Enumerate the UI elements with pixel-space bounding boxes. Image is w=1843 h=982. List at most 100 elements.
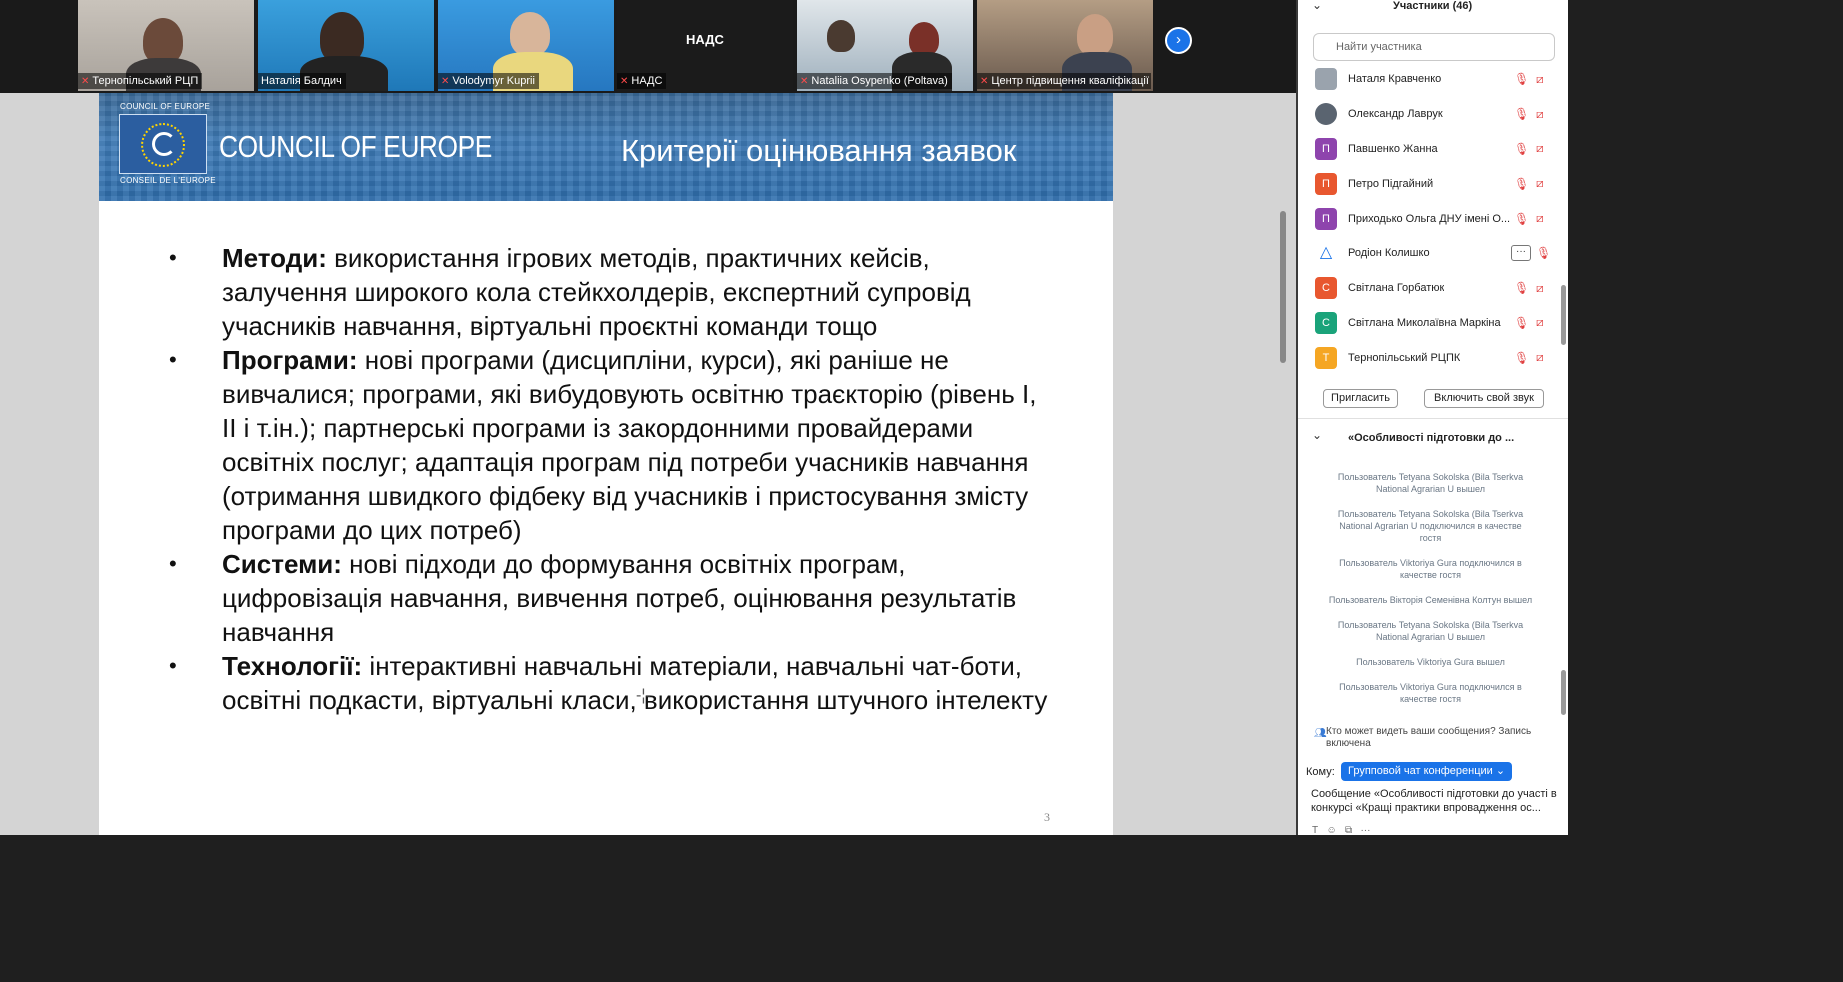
criteria-item: Технології: інтерактивні навчальні матер… (169, 649, 1049, 717)
org-name-small: COUNCIL OF EUROPE (120, 102, 211, 111)
participants-header[interactable]: ⌄ Участники (46) (1298, 0, 1568, 20)
chat-system-message: Пользователь Tetyana Sokolska (Bila Tser… (1337, 509, 1524, 543)
triangle-logo-icon: △ (1315, 242, 1337, 265)
invite-button[interactable]: Пригласить (1323, 389, 1398, 408)
chat-messages: Пользователь Tetyana Sokolska (Bila Tser… (1328, 471, 1533, 718)
unmute-button[interactable]: Включить свой звук (1424, 389, 1544, 408)
visibility-note-link[interactable]: Кто может видеть ваши сообщения? Запись … (1326, 726, 1551, 750)
chat-scrollbar[interactable] (1561, 670, 1566, 715)
participant-row[interactable]: Олександр Лаврук 🎙︎ ⧄ (1298, 97, 1560, 132)
mic-muted-icon: ✕ (441, 75, 450, 87)
video-tile-2[interactable]: ✕ Volodymyr Kupriі (438, 0, 614, 91)
participants-title: Участники (46) (1393, 0, 1473, 12)
chat-system-message: Пользователь Tetyana Sokolska (Bila Tser… (1337, 620, 1524, 642)
side-panel: ⌄ Участники (46) ⚲ Наталя Кравченко 🎙︎ ⧄… (1298, 0, 1568, 836)
chat-system-message: Пользователь Tetyana Sokolska (Bila Tser… (1337, 472, 1524, 494)
participant-figure (510, 12, 550, 56)
mic-muted-icon[interactable]: 🎙︎ (1514, 142, 1529, 156)
criteria-item: Системи: нові підходи до формування осві… (169, 547, 1049, 649)
camera-off-icon[interactable]: ⧄ (1536, 315, 1544, 330)
org-title: COUNCIL OF EUROPE (219, 129, 492, 164)
participant-name: Світлана Миколаївна Маркіна (1348, 316, 1501, 329)
next-videos-arrow-icon[interactable]: › (1165, 27, 1192, 54)
camera-off-icon[interactable]: ⧄ (1536, 176, 1544, 191)
camera-off-icon[interactable]: ⧄ (1536, 141, 1544, 156)
participant-name: Олександр Лаврук (1348, 108, 1443, 121)
chat-system-message: Пользователь Viktoriya Gura подключился … (1339, 682, 1522, 704)
participant-list-scrollbar[interactable] (1561, 285, 1566, 345)
video-strip: ✕ Тернопільський РЦП Наталія Балдич ✕ Volo… (0, 0, 1296, 93)
participant-name: Приходько Ольга ДНУ імені О... (1348, 212, 1511, 225)
chevron-down-icon[interactable]: ⌄ (1312, 428, 1322, 442)
participant-search-input[interactable] (1313, 33, 1555, 61)
mic-muted-icon: ✕ (980, 75, 989, 87)
participant-name: Родіон Колишко (1348, 247, 1430, 260)
participant-row[interactable]: П Петро Підгайний 🎙︎ ⧄ (1298, 166, 1560, 201)
video-name-label: Наталія Балдич (258, 73, 346, 89)
mic-muted-icon[interactable]: 🎙︎ (1514, 212, 1529, 226)
avatar: П (1315, 172, 1337, 195)
participant-row[interactable]: Т Тернопільський РЦПК 🎙︎ ⧄ (1298, 340, 1560, 375)
mic-muted-icon[interactable]: 🎙︎ (1514, 177, 1529, 191)
chat-header[interactable]: ⌄ «Особливості підготовки до ... (1298, 428, 1568, 450)
chat-system-message: Пользователь Вікторія Семенівна Колтун в… (1328, 595, 1533, 605)
recipient-dropdown[interactable]: Групповой чат конференции ⌄ (1341, 762, 1513, 781)
participant-row[interactable]: П Приходько Ольга ДНУ імені О... 🎙︎ ⧄ (1298, 201, 1560, 236)
video-tile-0[interactable]: ✕ Тернопільський РЦП (78, 0, 254, 91)
composer-toolbar-icons[interactable]: T ☺ ⧉ ··· (1312, 825, 1370, 836)
participant-row[interactable]: △ Родіон Колишко ··· 🎙︎ (1298, 236, 1560, 271)
video-tile-1[interactable]: Наталія Балдич (258, 0, 434, 91)
avatar (1315, 103, 1337, 126)
mic-muted-icon[interactable]: 🎙︎ (1514, 107, 1529, 121)
video-tile-4[interactable]: ✕ Nataliia Osypenko (Poltava) (797, 0, 973, 91)
chevron-down-icon[interactable]: ⌄ (1312, 0, 1322, 12)
participant-row[interactable]: Наталя Кравченко 🎙︎ ⧄ (1298, 62, 1560, 97)
chat-system-message: Пользователь Viktoriya Gura подключился … (1339, 558, 1522, 580)
video-tile-5[interactable]: ✕ Центр підвищення кваліфікації (977, 0, 1153, 91)
camera-off-icon[interactable]: ⧄ (1536, 281, 1544, 296)
avatar (1315, 68, 1337, 91)
camera-off-icon[interactable]: ⧄ (1536, 350, 1544, 365)
participant-row[interactable]: С Світлана Горбатюк 🎙︎ ⧄ (1298, 271, 1560, 306)
criteria-list: Методи: використання ігрових методів, пр… (169, 241, 1049, 717)
mic-muted-icon: ✕ (620, 75, 629, 87)
video-name-label: ✕ Тернопільський РЦП (78, 73, 203, 89)
participant-name: Тернопільський РЦПК (1348, 351, 1461, 364)
mic-muted-icon[interactable]: 🎙︎ (1514, 281, 1529, 295)
chat-title: «Особливості підготовки до ... (1348, 432, 1515, 444)
share-scrollbar[interactable] (1280, 211, 1286, 363)
chat-message-input[interactable]: Сообщение «Особливості підготовки до уча… (1311, 787, 1561, 823)
chat-system-message: Пользователь Viktoriya Gura вышел (1356, 657, 1505, 667)
video-name-label: ✕ Центр підвищення кваліфікації (977, 73, 1151, 89)
participant-figure (827, 20, 855, 52)
avatar: Т (1315, 346, 1337, 369)
participant-name: Наталя Кравченко (1348, 73, 1442, 86)
participant-figure (909, 22, 939, 56)
mic-muted-icon[interactable]: 🎙︎ (1514, 72, 1529, 86)
avatar: С (1315, 311, 1337, 334)
camera-off-icon[interactable]: ⧄ (1536, 107, 1544, 122)
mic-muted-icon[interactable]: 🎙︎ (1514, 316, 1529, 330)
mic-muted-icon[interactable]: 🎙︎ (1536, 246, 1551, 260)
participant-row[interactable]: С Світлана Миколаївна Маркіна 🎙︎ ⧄ (1298, 306, 1560, 341)
mic-muted-icon[interactable]: 🎙︎ (1514, 351, 1529, 365)
video-name-label: ✕ НАДС (617, 73, 667, 89)
video-name-label: ✕ Volodymyr Kupriі (438, 73, 539, 89)
participant-name: Павшенко Жанна (1348, 142, 1438, 155)
video-name-label: ✕ Nataliia Osypenko (Poltava) (797, 73, 952, 89)
presentation-slide: COUNCIL OF EUROPE CONSEIL DE L'EUROPE CO… (99, 93, 1113, 835)
divider (1298, 418, 1568, 419)
slide-title: Критерії оцінювання заявок (621, 133, 1017, 168)
participant-row[interactable]: П Павшенко Жанна 🎙︎ ⧄ (1298, 132, 1560, 167)
camera-off-icon[interactable]: ⧄ (1536, 211, 1544, 226)
video-tile-3[interactable]: НАДС ✕ НАДС (617, 0, 793, 91)
video-center-name: НАДС (686, 32, 724, 47)
shared-screen: COUNCIL OF EUROPE CONSEIL DE L'EUROPE CO… (0, 93, 1296, 835)
participant-figure (1077, 14, 1113, 56)
council-of-europe-logo (119, 114, 207, 174)
more-options-icon[interactable]: ··· (1511, 245, 1531, 262)
participant-list: Наталя Кравченко 🎙︎ ⧄ Олександр Лаврук 🎙… (1298, 62, 1560, 375)
slide-page-number: 3 (1044, 810, 1050, 824)
avatar: С (1315, 277, 1337, 300)
camera-off-icon[interactable]: ⧄ (1536, 72, 1544, 87)
